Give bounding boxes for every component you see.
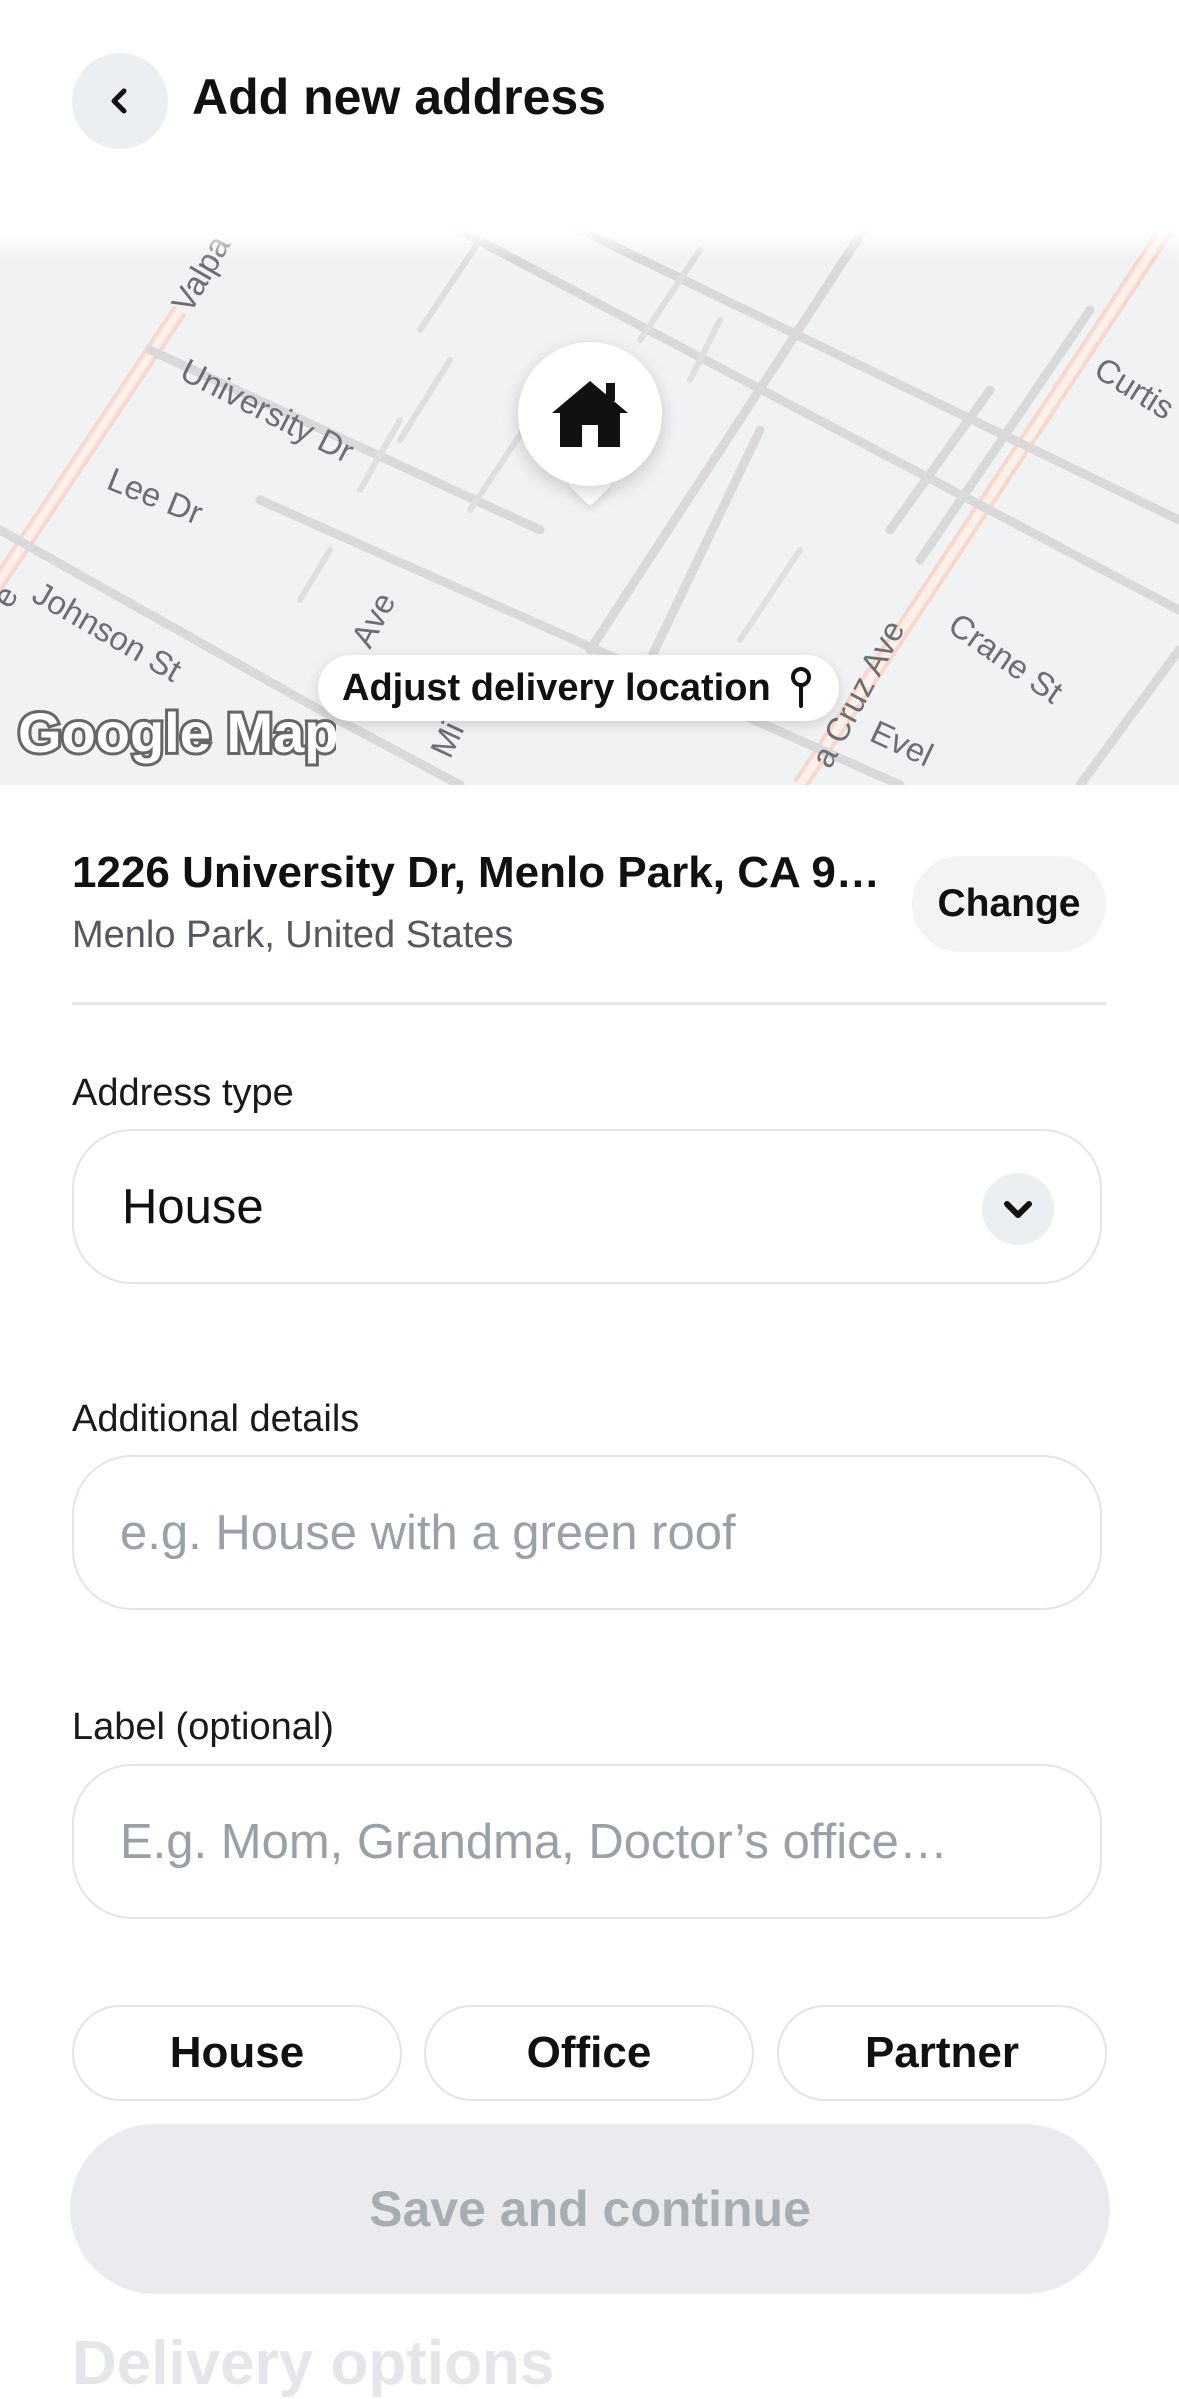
label-chip-house[interactable]: House bbox=[72, 2005, 402, 2101]
svg-text:Crane St: Crane St bbox=[942, 605, 1070, 710]
location-pin[interactable] bbox=[518, 342, 662, 486]
label-chip-office[interactable]: Office bbox=[424, 2005, 754, 2101]
dropdown-toggle[interactable] bbox=[982, 1173, 1054, 1245]
map-top-fade bbox=[0, 230, 1179, 260]
svg-text:Ave: Ave bbox=[344, 586, 403, 653]
address-type-label: Address type bbox=[72, 1072, 294, 1114]
svg-text:Evel: Evel bbox=[865, 713, 939, 774]
address-line1: 1226 University Dr, Menlo Park, CA 9… bbox=[72, 848, 880, 897]
label-field-box bbox=[72, 1764, 1102, 1919]
divider bbox=[72, 1002, 1106, 1005]
label-input[interactable] bbox=[120, 1796, 1050, 1888]
label-chip-partner[interactable]: Partner bbox=[777, 2005, 1107, 2101]
header: Add new address bbox=[0, 0, 1179, 230]
svg-text:Mi: Mi bbox=[423, 716, 471, 763]
change-address-button[interactable]: Change bbox=[912, 856, 1106, 952]
label-field-label: Label (optional) bbox=[72, 1706, 334, 1748]
svg-text:Curtis: Curtis bbox=[1088, 350, 1179, 427]
save-and-continue-button[interactable]: Save and continue bbox=[70, 2124, 1110, 2294]
svg-text:Google Maps: Google Maps bbox=[18, 701, 336, 764]
back-button[interactable] bbox=[72, 53, 168, 149]
additional-details-label: Additional details bbox=[72, 1398, 360, 1440]
adjust-location-label: Adjust delivery location bbox=[342, 666, 771, 709]
page-title: Add new address bbox=[192, 69, 606, 125]
map-pin-icon bbox=[790, 667, 811, 708]
address-line2: Menlo Park, United States bbox=[72, 914, 514, 956]
svg-text:University Dr: University Dr bbox=[175, 351, 360, 470]
svg-text:Lee Dr: Lee Dr bbox=[102, 460, 208, 531]
additional-details-box bbox=[72, 1455, 1102, 1610]
google-maps-logo: Google Maps bbox=[16, 700, 336, 767]
address-type-select[interactable]: House bbox=[72, 1129, 1102, 1284]
delivery-options-heading: Delivery options bbox=[72, 2329, 555, 2398]
chevron-down-icon bbox=[1004, 1201, 1032, 1218]
house-icon bbox=[552, 381, 628, 447]
adjust-location-button[interactable]: Adjust delivery location bbox=[318, 655, 839, 721]
chevron-left-icon bbox=[111, 88, 127, 114]
address-type-value: House bbox=[122, 1180, 264, 1234]
additional-details-input[interactable] bbox=[120, 1487, 1050, 1579]
